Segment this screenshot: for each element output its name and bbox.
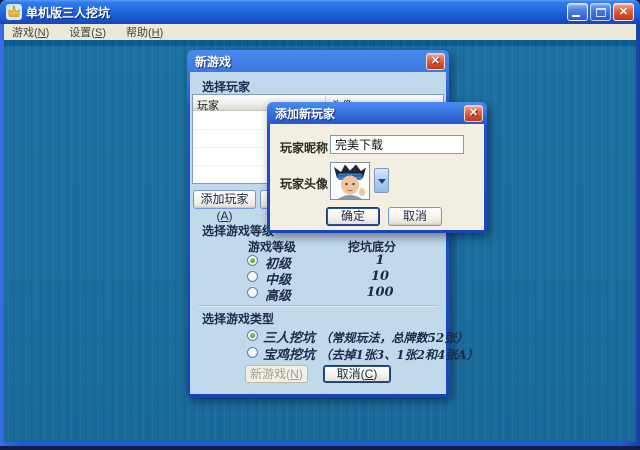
close-icon[interactable]: ✕	[613, 3, 634, 21]
add-player-dialog-titlebar[interactable]: 添加新玩家 ✕	[267, 102, 487, 124]
radio-level-advanced[interactable]	[247, 287, 258, 298]
close-icon[interactable]: ✕	[426, 53, 445, 70]
add-player-dialog: 添加新玩家 ✕ 玩家昵称： 玩家头像：	[267, 102, 487, 233]
menu-help[interactable]: 帮助(H)	[126, 24, 163, 40]
select-type-heading: 选择游戏类型	[202, 310, 274, 327]
radio-level-intermediate[interactable]	[247, 271, 258, 282]
type-baoji-label: 宝鸡挖坑 （去掉1张3、1张2和4张A）	[263, 344, 479, 363]
add-player-dialog-body: 玩家昵称： 玩家头像： 确定 取消	[270, 124, 484, 230]
level-advanced-label: 高级	[265, 285, 291, 304]
new-game-button[interactable]: 新游戏(N)	[245, 365, 308, 383]
nickname-input[interactable]	[330, 135, 464, 154]
cancel-button[interactable]: 取消	[388, 207, 442, 226]
radio-level-beginner[interactable]	[247, 255, 258, 266]
add-player-dialog-title: 添加新玩家	[275, 105, 335, 122]
level-beginner-score: 1	[340, 253, 420, 268]
player-avatar-image	[330, 162, 370, 200]
new-game-dialog-titlebar[interactable]: 新游戏 ✕	[187, 50, 449, 72]
menu-bar: 游戏(N) 设置(S) 帮助(H)	[4, 24, 636, 40]
maximize-icon[interactable]	[590, 3, 611, 21]
section-divider	[198, 305, 438, 306]
cancel-button[interactable]: 取消(C)	[323, 365, 391, 383]
window-controls: ✕	[567, 3, 634, 21]
radio-type-three-player[interactable]	[247, 330, 258, 341]
radio-type-baoji[interactable]	[247, 347, 258, 358]
select-level-heading: 选择游戏等级	[202, 222, 274, 239]
close-icon[interactable]: ✕	[464, 105, 483, 122]
ok-button[interactable]: 确定	[326, 207, 380, 226]
menu-settings[interactable]: 设置(S)	[69, 24, 106, 40]
add-player-button[interactable]: 添加玩家(A)	[193, 190, 256, 209]
level-intermediate-score: 10	[340, 269, 420, 284]
app-titlebar[interactable]: 单机版三人挖坑 ✕	[0, 0, 640, 24]
player-column-header[interactable]: 玩家	[197, 97, 219, 113]
screen: 单机版三人挖坑 ✕ 游戏(N) 设置(S) 帮助(H) 新游戏 ✕ 选择玩家	[0, 0, 640, 450]
app-icon	[6, 4, 22, 20]
level-advanced-score: 100	[340, 285, 420, 300]
menu-game[interactable]: 游戏(N)	[12, 24, 49, 40]
new-game-dialog-title: 新游戏	[195, 53, 231, 70]
app-title: 单机版三人挖坑	[26, 4, 110, 21]
select-player-heading: 选择玩家	[202, 78, 250, 95]
minimize-icon[interactable]	[567, 3, 588, 21]
avatar-dropdown-icon[interactable]	[374, 168, 389, 193]
